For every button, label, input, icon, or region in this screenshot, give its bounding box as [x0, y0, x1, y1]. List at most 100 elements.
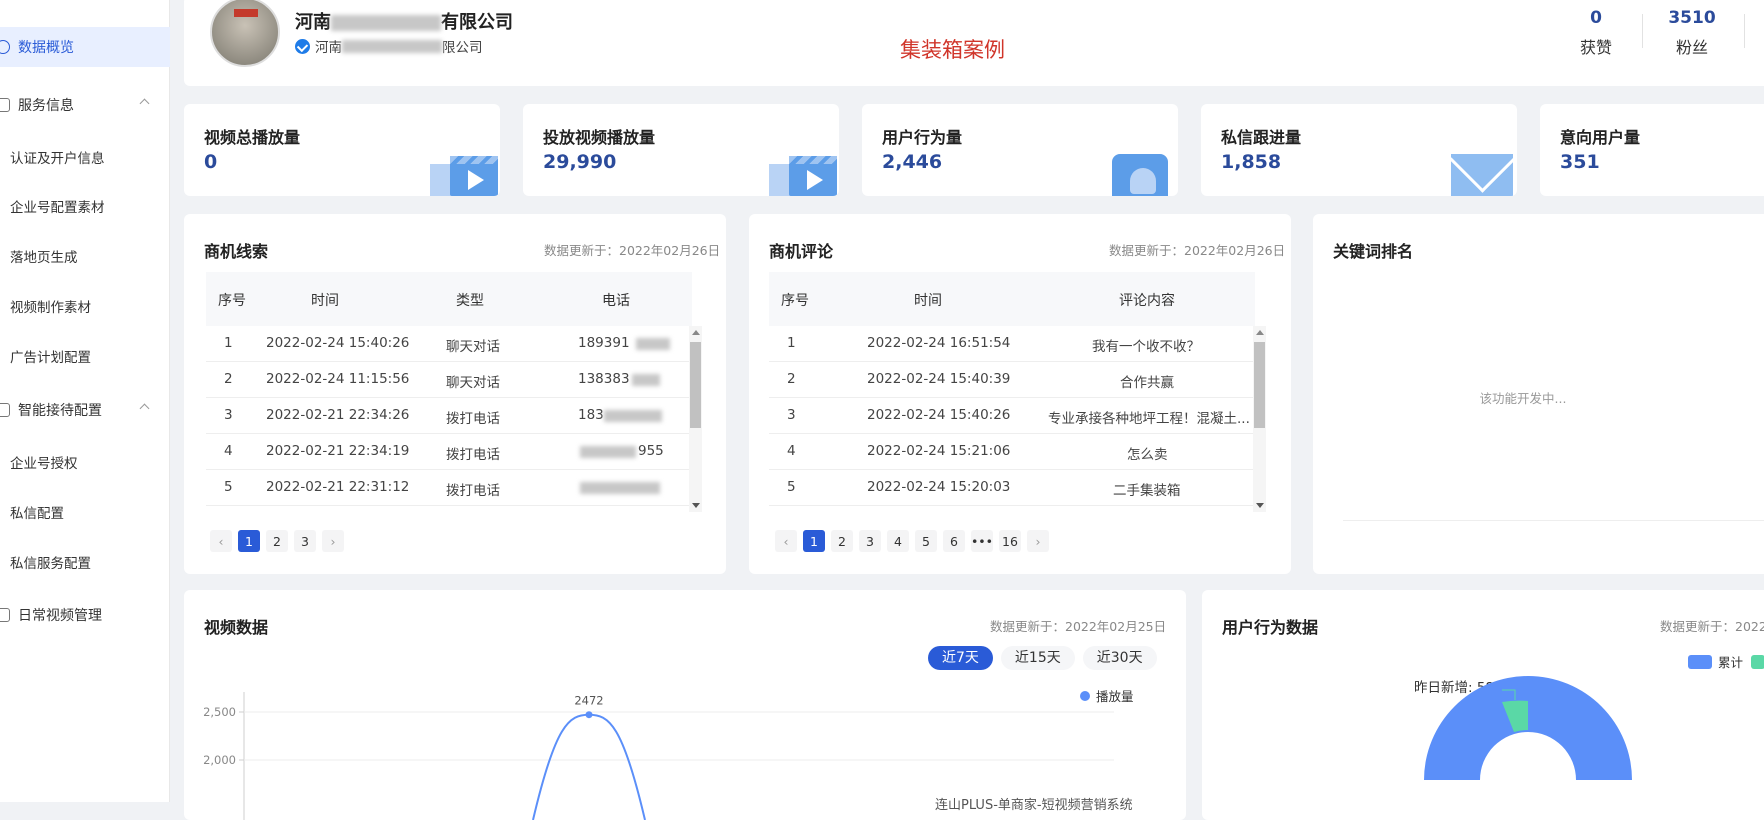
sidebar-item-label: 私信服务配置: [10, 556, 91, 572]
sidebar-group-service-info[interactable]: 服务信息: [0, 85, 170, 125]
sidebar-item-data-overview[interactable]: 数据概览: [0, 27, 170, 67]
sidebar-item-video-material[interactable]: 视频制作素材: [0, 286, 170, 326]
sidebar-item-enterprise-auth[interactable]: 企业号授权: [0, 442, 170, 482]
kpi-value: 29,990: [543, 151, 617, 173]
redacted-text: [331, 15, 441, 31]
cell-phone: 183: [578, 407, 604, 423]
page-ellipsis[interactable]: •••: [971, 530, 993, 552]
page-button[interactable]: 1: [803, 530, 825, 552]
page-button[interactable]: 2: [831, 530, 853, 552]
watermark-text: 连山PLUS-单商家-短视频营销系统: [935, 798, 1133, 813]
page-button[interactable]: 4: [887, 530, 909, 552]
table-row[interactable]: 5 2022-02-21 22:31:12 拨打电话: [206, 470, 692, 506]
sidebar-item-dm-service-config[interactable]: 私信服务配置: [0, 542, 170, 582]
case-title: 集装箱案例: [900, 38, 1005, 62]
table-row[interactable]: 4 2022-02-21 22:34:19 拨打电话 955: [206, 434, 692, 470]
cell: 合作共赢: [1120, 375, 1174, 391]
page-button[interactable]: 16: [999, 530, 1021, 552]
keyword-ranking-panel: 关键词排名 该功能开发中...: [1313, 214, 1764, 574]
panel-title: 商机线索: [204, 242, 269, 261]
y-tick-label: 2,000: [203, 753, 236, 767]
page-button[interactable]: 3: [859, 530, 881, 552]
page-button[interactable]: 2: [266, 530, 288, 552]
fans-count: 3510: [1668, 8, 1716, 28]
scroll-thumb[interactable]: [1254, 342, 1265, 428]
cell: 2022-02-24 15:40:39: [867, 371, 1011, 387]
cell: 怎么卖: [1127, 447, 1168, 463]
scroll-up-icon[interactable]: [692, 330, 700, 335]
column-header: 类型: [456, 293, 484, 309]
redacted-text: [604, 410, 662, 422]
data-point: [585, 711, 593, 719]
table-row[interactable]: 5 2022-02-24 15:20:03 二手集装箱: [769, 470, 1255, 506]
page-button[interactable]: 5: [915, 530, 937, 552]
prev-page-button[interactable]: ‹: [775, 530, 797, 552]
kpi-title: 投放视频播放量: [543, 128, 656, 147]
sidebar-item-enterprise-material[interactable]: 企业号配置素材: [0, 186, 170, 226]
kpi-title: 用户行为量: [882, 128, 963, 147]
checklist-icon: [0, 98, 10, 112]
panel-title: 商机评论: [769, 242, 834, 261]
next-page-button[interactable]: ›: [322, 530, 344, 552]
table-row[interactable]: 1 2022-02-24 15:40:26 聊天对话 189391: [206, 326, 692, 362]
kpi-value: 1,858: [1221, 151, 1282, 173]
series-line-play-count: [532, 713, 646, 820]
prev-page-button[interactable]: ‹: [210, 530, 232, 552]
divider: [1744, 14, 1745, 48]
table-scrollbar[interactable]: [1253, 326, 1266, 512]
cell: 3: [787, 407, 796, 423]
column-header: 时间: [311, 293, 339, 309]
cell: 2022-02-21 22:34:26: [266, 407, 410, 423]
cell: 2022-02-21 22:34:19: [266, 443, 410, 459]
kpi-value: 351: [1560, 151, 1600, 173]
sidebar-item-landing-page[interactable]: 落地页生成: [0, 236, 170, 276]
table-row[interactable]: 1 2022-02-24 16:51:54 我有一个收不收？: [769, 326, 1255, 362]
comments-panel: 商机评论 数据更新于：2022年02月26日 序号 时间 评论内容 1 2022…: [749, 214, 1291, 574]
updated-time: 数据更新于：2022年02月26日: [1109, 243, 1286, 258]
table-row[interactable]: 3 2022-02-24 15:40:26 专业承接各种地坪工程！混凝土...: [769, 398, 1255, 434]
table-scrollbar[interactable]: [689, 326, 702, 512]
table-row[interactable]: 4 2022-02-24 15:21:06 怎么卖: [769, 434, 1255, 470]
cell: 二手集装箱: [1113, 483, 1181, 499]
cell: 2022-02-24 11:15:56: [266, 371, 410, 387]
next-page-button[interactable]: ›: [1027, 530, 1049, 552]
scroll-down-icon[interactable]: [692, 503, 700, 508]
sidebar-item-certification[interactable]: 认证及开户信息: [0, 137, 170, 177]
cell-phone: 955: [638, 443, 664, 459]
company-name-prefix: 河南: [295, 12, 331, 33]
sidebar-item-label: 企业号授权: [10, 456, 78, 472]
chevron-up-icon: [139, 98, 150, 109]
likes-count: 0: [1590, 8, 1602, 28]
table-header: 序号 时间 类型 电话: [206, 272, 692, 326]
column-header: 序号: [781, 293, 809, 309]
table-row[interactable]: 3 2022-02-21 22:34:26 拨打电话 183: [206, 398, 692, 434]
sidebar-group-smart-reception[interactable]: 智能接待配置: [0, 390, 170, 430]
scroll-up-icon[interactable]: [1256, 330, 1264, 335]
cell: 2022-02-24 15:40:26: [266, 335, 410, 351]
table-row[interactable]: 2 2022-02-24 15:40:39 合作共赢: [769, 362, 1255, 398]
video-icon: [769, 146, 839, 196]
sidebar-item-label: 广告计划配置: [10, 350, 91, 366]
company-name: 河南 有限公司: [295, 8, 513, 34]
mail-icon: [1447, 146, 1517, 196]
sidebar-item-dm-config[interactable]: 私信配置: [0, 492, 170, 532]
column-header: 电话: [602, 293, 630, 309]
page-button[interactable]: 1: [238, 530, 260, 552]
sidebar: 数据概览 服务信息 认证及开户信息 企业号配置素材 落地页生成 视频制作素材 广…: [0, 0, 170, 802]
page-button[interactable]: 6: [943, 530, 965, 552]
sidebar-item-label: 数据概览: [18, 40, 74, 56]
cell-phone: 138383: [578, 371, 630, 387]
column-header: 评论内容: [1119, 293, 1175, 309]
pagination: ‹ 1 2 3 ›: [210, 530, 350, 552]
updated-time: 数据更新于：2022年02月26日: [544, 243, 721, 258]
redacted-text: [636, 338, 670, 350]
company-name-suffix: 有限公司: [441, 12, 513, 33]
scroll-down-icon[interactable]: [1256, 503, 1264, 508]
sidebar-item-daily-video[interactable]: 日常视频管理: [0, 595, 170, 635]
page-button[interactable]: 3: [294, 530, 316, 552]
table-row[interactable]: 2 2022-02-24 11:15:56 聊天对话 138383: [206, 362, 692, 398]
kpi-user-behavior: 用户行为量 2,446: [862, 104, 1178, 196]
sidebar-item-ad-plan[interactable]: 广告计划配置: [0, 336, 170, 376]
company-sub-suffix: 限公司: [442, 40, 483, 56]
scroll-thumb[interactable]: [690, 342, 701, 428]
